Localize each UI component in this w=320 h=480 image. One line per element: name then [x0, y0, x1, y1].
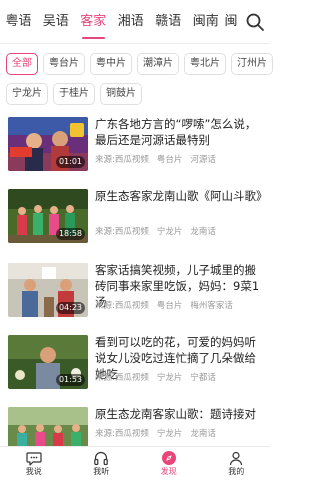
video-meta: 来源:西瓜视频 粤台片 河源话 — [95, 153, 216, 165]
video-meta: 来源:西瓜视频 宁龙片 龙南话 — [95, 427, 216, 439]
nav-label: 我的 — [228, 467, 245, 476]
video-meta: 来源:西瓜视频 宁龙片 龙南话 — [95, 225, 216, 237]
chip-ninglong[interactable]: 宁龙片 — [6, 83, 48, 105]
discover-compass-icon — [161, 451, 176, 465]
video-thumbnail[interactable]: 01:01 — [8, 117, 88, 171]
search-icon[interactable] — [244, 11, 266, 33]
list-item[interactable]: 01:01 广东各地方言的“啰嗦”怎么说，最后还是河源话最特别 来源:西瓜视频 … — [0, 112, 270, 172]
video-duration: 01:01 — [55, 156, 85, 168]
video-subregion: 宁龙片 — [156, 227, 183, 237]
video-subregion: 宁龙片 — [156, 373, 183, 383]
nav-label: 我说 — [25, 467, 42, 476]
video-title[interactable]: 原生态龙南客家山歌：题诗接对 — [95, 406, 262, 422]
list-item[interactable]: 18:58 原生态客家龙南山歌《阿山斗歌》 来源:西瓜视频 宁龙片 龙南话 — [0, 184, 270, 244]
video-thumbnail[interactable]: 04:23 — [8, 263, 88, 317]
video-title[interactable]: 原生态客家龙南山歌《阿山斗歌》 — [95, 188, 268, 204]
chip-all[interactable]: 全部 — [6, 53, 38, 75]
list-item[interactable]: 原生态龙南客家山歌：题诗接对 来源:西瓜视频 宁龙片 龙南话 — [0, 402, 270, 446]
chip-yuebei[interactable]: 粤北片 — [184, 53, 226, 75]
video-thumbnail[interactable] — [8, 407, 88, 446]
tab-xiang[interactable]: 湘语 — [112, 0, 150, 44]
bottom-navigation: 我说 我听 发现 我的 — [0, 446, 270, 480]
chat-icon — [26, 452, 42, 466]
video-meta: 来源:西瓜视频 粤台片 梅州客家话 — [95, 299, 233, 311]
video-subregion: 粤台片 — [156, 301, 183, 311]
video-duration: 18:58 — [55, 228, 85, 240]
tab-hakka[interactable]: 客家 — [75, 0, 113, 44]
headphones-icon — [94, 451, 109, 466]
chip-yuetai[interactable]: 粤台片 — [43, 53, 85, 75]
nav-discover[interactable]: 发现 — [135, 447, 203, 480]
tab-minnan[interactable]: 闽南 — [187, 0, 225, 44]
folk-song-thumbnail-image — [8, 407, 88, 446]
video-thumbnail[interactable]: 18:58 — [8, 189, 88, 243]
video-source: 来源:西瓜视频 — [95, 227, 149, 237]
nav-listen[interactable]: 我听 — [68, 447, 136, 480]
nav-profile[interactable]: 我的 — [203, 447, 271, 480]
person-icon — [230, 451, 243, 466]
video-dialect: 龙南话 — [190, 429, 216, 439]
chip-yuezhong[interactable]: 粤中片 — [90, 53, 132, 75]
video-subregion: 宁龙片 — [156, 429, 183, 439]
video-duration: 01:53 — [55, 374, 85, 386]
video-source: 来源:西瓜视频 — [95, 155, 149, 165]
tab-yue[interactable]: 粤语 — [0, 0, 37, 44]
video-dialect: 河源话 — [190, 155, 216, 165]
video-title[interactable]: 广东各地方言的“啰嗦”怎么说，最后还是河源话最特别 — [95, 116, 262, 148]
chip-yugui[interactable]: 于桂片 — [53, 83, 95, 105]
video-source: 来源:西瓜视频 — [95, 429, 149, 439]
video-dialect: 宁都话 — [190, 373, 216, 383]
list-item[interactable]: 01:53 看到可以吃的花，可爱的妈妈听说女儿没吃过连忙摘了几朵做给她吃 来源:… — [0, 330, 270, 390]
nav-speak[interactable]: 我说 — [0, 447, 68, 480]
nav-label: 发现 — [160, 467, 177, 476]
list-item[interactable]: 04:23 客家话搞笑视频，儿子城里的搬砖同事来家里吃饭，妈妈：9菜1汤 来源:… — [0, 258, 270, 318]
chip-tingzhou[interactable]: 汀州片 — [231, 53, 273, 75]
video-meta: 来源:西瓜视频 宁龙片 宁都话 — [95, 371, 216, 383]
video-source: 来源:西瓜视频 — [95, 373, 149, 383]
video-duration: 04:23 — [55, 302, 85, 314]
video-subregion: 粤台片 — [156, 155, 183, 165]
chip-tonggu[interactable]: 铜鼓片 — [100, 83, 142, 105]
tab-gan[interactable]: 赣语 — [150, 0, 188, 44]
chip-row-2: 宁龙片 于桂片 铜鼓片 — [6, 83, 264, 105]
video-dialect: 梅州客家话 — [190, 301, 233, 311]
video-source: 来源:西瓜视频 — [95, 301, 149, 311]
chip-row-1: 全部 粤台片 粤中片 潮漳片 粤北片 汀州片 — [6, 53, 273, 75]
tab-wu[interactable]: 吴语 — [37, 0, 75, 44]
dialect-tab-bar: 粤语 吴语 客家 湘语 赣语 闽南 闽 — [0, 0, 270, 44]
tab-min-partial[interactable]: 闽 — [225, 0, 245, 44]
video-dialect: 龙南话 — [190, 227, 216, 237]
subregion-filter: 全部 粤台片 粤中片 潮漳片 粤北片 汀州片 宁龙片 于桂片 铜鼓片 — [6, 53, 273, 113]
nav-label: 我听 — [93, 467, 110, 476]
chip-chaozhang[interactable]: 潮漳片 — [137, 53, 179, 75]
video-thumbnail[interactable]: 01:53 — [8, 335, 88, 389]
